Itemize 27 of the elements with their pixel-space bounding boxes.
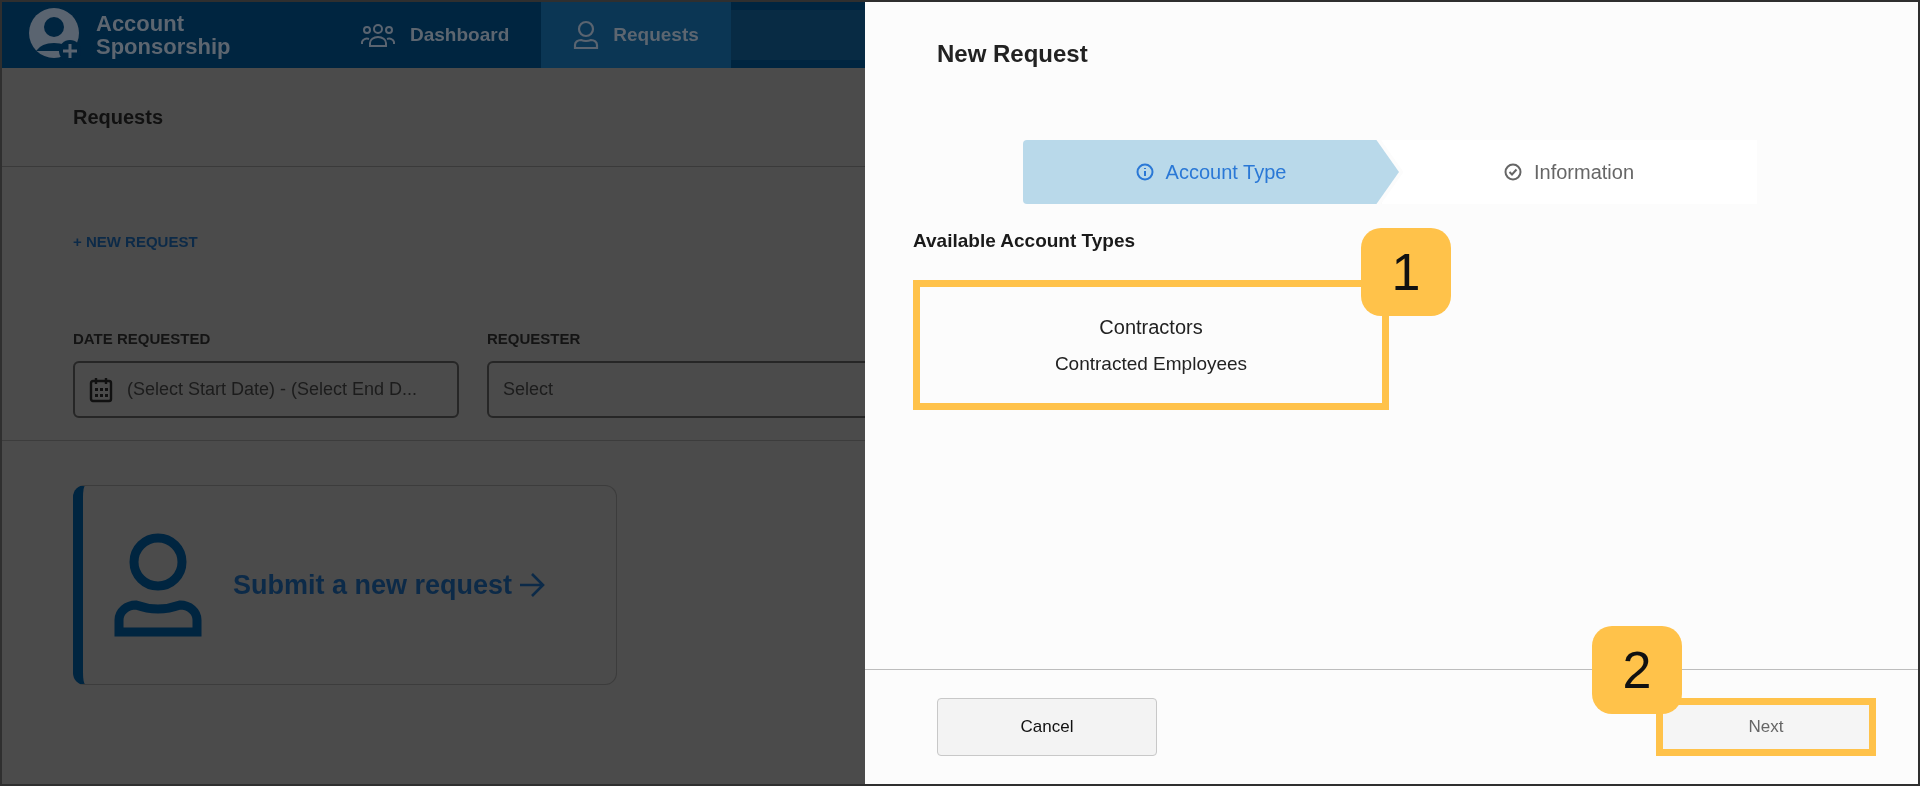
account-type-name: Contractors: [1099, 315, 1203, 339]
account-type-description: Contracted Employees: [1054, 352, 1248, 375]
person-icon: [113, 533, 203, 637]
people-icon: [360, 22, 396, 48]
person-icon: [573, 20, 600, 50]
submit-request-card[interactable]: Submit a new request: [73, 485, 617, 685]
page-title: Requests: [2, 68, 865, 167]
callout-badge: 2: [1592, 626, 1682, 714]
wizard-step[interactable]: Information: [1381, 140, 1757, 204]
new-request-link[interactable]: + NEW REQUEST: [73, 233, 198, 250]
section-title: Available Account Types: [913, 230, 1137, 252]
nav-tab[interactable]: Dashboard: [328, 2, 542, 68]
account-type-card[interactable]: Contractors Contracted Employees: [913, 280, 1389, 410]
check-circle-icon: [1503, 163, 1522, 181]
filter-label: REQUESTER: [487, 330, 582, 347]
info-icon: [1135, 163, 1154, 181]
submit-request-text: Submit a new request: [233, 569, 513, 601]
cancel-button[interactable]: Cancel: [937, 698, 1157, 756]
nav-tab[interactable]: Requests: [541, 2, 731, 68]
next-button[interactable]: Next: [1656, 698, 1876, 756]
dialog-title: New Request: [937, 40, 1089, 68]
filter-label: DATE REQUESTED: [73, 330, 212, 347]
arrow-right-icon: [518, 572, 547, 598]
callout-badge: 1: [1361, 228, 1451, 316]
app-title: Account Sponsorship: [96, 12, 232, 58]
wizard-step[interactable]: Account Type: [1023, 140, 1399, 204]
calendar-icon: [89, 376, 113, 403]
